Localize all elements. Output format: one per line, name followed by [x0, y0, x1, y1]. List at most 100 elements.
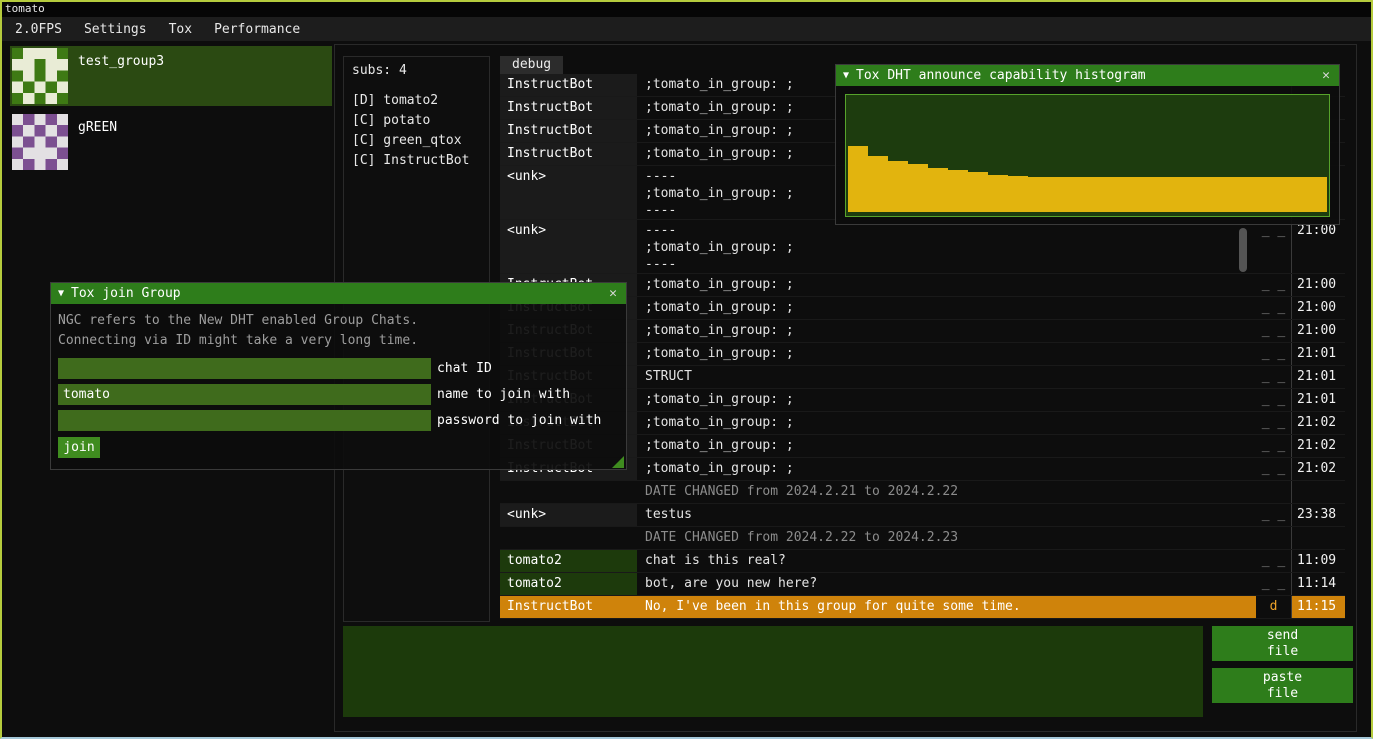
message-status: _ _	[1256, 220, 1291, 273]
chat-message-text: ;tomato_in_group: ;	[637, 274, 1256, 296]
close-icon[interactable]: ✕	[607, 286, 619, 301]
chat-id-label: chat ID	[437, 361, 492, 376]
join-password-input[interactable]	[58, 410, 431, 431]
member-item[interactable]: [C] InstructBot	[352, 151, 489, 171]
message-time	[1291, 481, 1345, 503]
chat-author: <unk>	[500, 220, 637, 273]
chat-message-row[interactable]: InstructBotNo, I've been in this group f…	[500, 596, 1345, 619]
histogram-bar	[988, 175, 1008, 212]
message-status: _ _	[1256, 458, 1291, 480]
histogram-bar	[868, 156, 888, 212]
join-group-titlebar[interactable]: ▼ Tox join Group ✕	[51, 283, 626, 304]
member-item[interactable]: [D] tomato2	[352, 91, 489, 111]
join-button[interactable]: join	[58, 437, 100, 458]
message-status	[1256, 481, 1291, 503]
send-file-button[interactable]: send file	[1212, 626, 1353, 661]
ngc-info-line: NGC refers to the New DHT enabled Group …	[58, 311, 619, 331]
collapse-arrow-icon[interactable]: ▼	[58, 288, 64, 299]
chat-id-input[interactable]	[58, 358, 431, 379]
chat-message-text: testus	[637, 504, 1256, 526]
date-separator-row[interactable]: DATE CHANGED from 2024.2.22 to 2024.2.23	[500, 527, 1345, 550]
collapse-arrow-icon[interactable]: ▼	[843, 70, 849, 81]
histogram-bar	[928, 168, 948, 212]
message-time: 21:00	[1291, 320, 1345, 342]
close-icon[interactable]: ✕	[1320, 68, 1332, 83]
window-titlebar[interactable]: tomato	[0, 0, 1373, 17]
message-time: 21:01	[1291, 343, 1345, 365]
message-status: _ _	[1256, 343, 1291, 365]
join-group-window: ▼ Tox join Group ✕ NGC refers to the New…	[50, 282, 627, 470]
menu-settings[interactable]: Settings	[73, 22, 158, 37]
message-time: 21:00	[1291, 220, 1345, 273]
ngc-info-line: Connecting via ID might take a very long…	[58, 331, 619, 351]
histogram-bar	[1287, 177, 1307, 212]
window-title: tomato	[5, 2, 45, 15]
join-name-input[interactable]	[58, 384, 431, 405]
chat-author	[500, 527, 637, 549]
message-status: _ _	[1256, 550, 1291, 572]
chat-message-row[interactable]: tomato2chat is this real?_ _11:09	[500, 550, 1345, 573]
chat-author: <unk>	[500, 504, 637, 526]
date-changed-text: DATE CHANGED from 2024.2.21 to 2024.2.22	[637, 481, 1256, 503]
chat-message-text: ;tomato_in_group: ;	[637, 320, 1256, 342]
histogram-plot[interactable]	[845, 94, 1330, 217]
message-status: _ _	[1256, 504, 1291, 526]
chat-message-text: ;tomato_in_group: ;	[637, 389, 1256, 411]
window-title: Tox DHT announce capability histogram	[856, 68, 1320, 83]
group-avatar-icon	[12, 114, 68, 170]
chat-scrollbar[interactable]	[1239, 228, 1247, 272]
chat-message-row[interactable]: tomato2bot, are you new here?_ _11:14	[500, 573, 1345, 596]
chat-author	[500, 481, 637, 503]
sidebar-item-test-group3[interactable]: test_group3	[10, 46, 332, 106]
dht-histogram-titlebar[interactable]: ▼ Tox DHT announce capability histogram …	[836, 65, 1339, 86]
chat-message-text: ;tomato_in_group: ;	[637, 297, 1256, 319]
histogram-bar	[1008, 176, 1028, 212]
member-item[interactable]: [C] potato	[352, 111, 489, 131]
histogram-bar	[1167, 177, 1187, 212]
window-title: Tox join Group	[71, 286, 607, 301]
chat-author: InstructBot	[500, 120, 637, 142]
message-time: 11:15	[1291, 596, 1345, 618]
message-time: 21:02	[1291, 412, 1345, 434]
resize-grip[interactable]	[612, 456, 624, 468]
sidebar-item-green[interactable]: gREEN	[10, 112, 332, 172]
message-time	[1291, 527, 1345, 549]
message-status: _ _	[1256, 274, 1291, 296]
message-time: 21:01	[1291, 366, 1345, 388]
chat-message-text: ;tomato_in_group: ;	[637, 458, 1256, 480]
chat-message-text: ;tomato_in_group: ;	[637, 412, 1256, 434]
message-status: _ _	[1256, 389, 1291, 411]
chat-message-row[interactable]: <unk>testus_ _23:38	[500, 504, 1345, 527]
message-time: 23:38	[1291, 504, 1345, 526]
tab-debug[interactable]: debug	[500, 56, 563, 74]
chat-message-text: No, I've been in this group for quite so…	[637, 596, 1256, 618]
histogram-bar	[1087, 177, 1107, 212]
paste-file-button[interactable]: paste file	[1212, 668, 1353, 703]
chat-message-row[interactable]: <unk>---- ;tomato_in_group: ; ----_ _21:…	[500, 220, 1345, 274]
message-input[interactable]	[343, 626, 1203, 717]
histogram-bar	[1127, 177, 1147, 212]
message-status: _ _	[1256, 366, 1291, 388]
message-time: 21:02	[1291, 458, 1345, 480]
join-name-label: name to join with	[437, 387, 570, 402]
histogram-bar	[1048, 177, 1068, 212]
histogram-body	[836, 86, 1339, 225]
message-time: 11:09	[1291, 550, 1345, 572]
histogram-bar	[1307, 177, 1327, 212]
message-time: 21:02	[1291, 435, 1345, 457]
menu-tox[interactable]: Tox	[158, 22, 203, 37]
message-status: _ _	[1256, 320, 1291, 342]
join-password-label: password to join with	[437, 413, 601, 428]
histogram-bar	[848, 146, 868, 212]
histogram-bar	[1227, 177, 1247, 212]
member-item[interactable]: [C] green_qtox	[352, 131, 489, 151]
histogram-bar	[1028, 177, 1048, 212]
message-time: 21:00	[1291, 274, 1345, 296]
menu-bar: 2.0FPS Settings Tox Performance	[0, 17, 1373, 41]
message-time: 11:14	[1291, 573, 1345, 595]
date-separator-row[interactable]: DATE CHANGED from 2024.2.21 to 2024.2.22	[500, 481, 1345, 504]
message-status: _ _	[1256, 297, 1291, 319]
date-changed-text: DATE CHANGED from 2024.2.22 to 2024.2.23	[637, 527, 1256, 549]
menu-performance[interactable]: Performance	[203, 22, 311, 37]
message-status	[1256, 527, 1291, 549]
